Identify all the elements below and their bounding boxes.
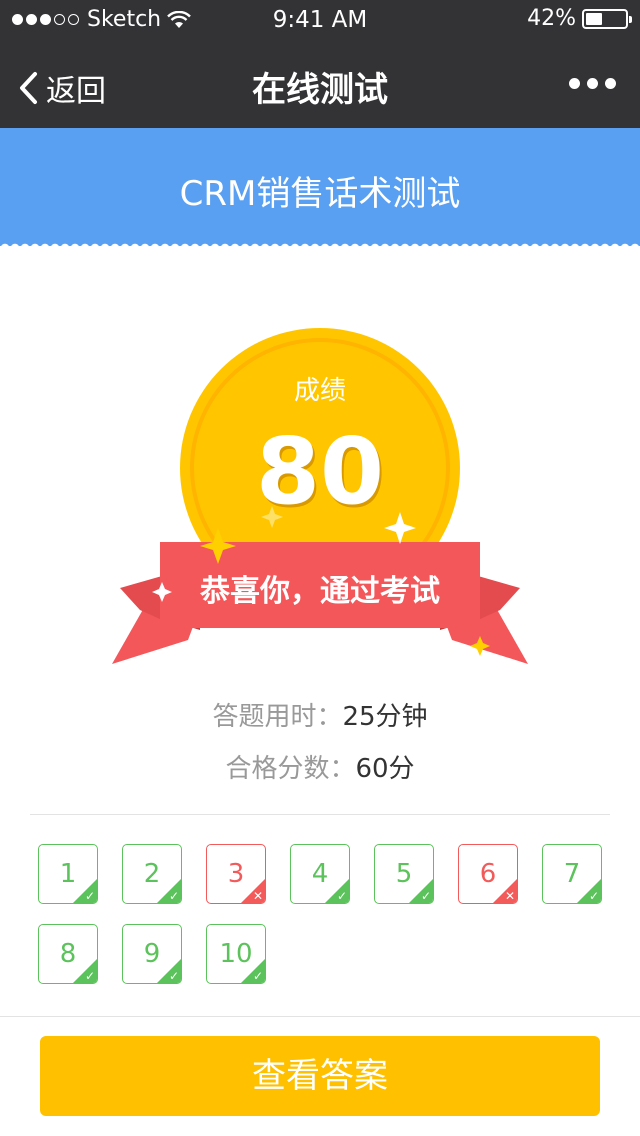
question-9-button[interactable]: 9 ✓: [122, 924, 182, 984]
check-icon: ✓: [168, 889, 179, 903]
more-menu-icon[interactable]: [569, 78, 616, 89]
pass-message: 恭喜你，通过考试: [200, 574, 440, 609]
bottom-divider: [0, 1016, 640, 1017]
battery-info: 42%: [527, 6, 632, 31]
question-2-button[interactable]: 2 ✓: [122, 844, 182, 904]
check-icon: ✓: [168, 969, 179, 983]
check-icon: ✓: [252, 969, 263, 983]
check-icon: ✓: [588, 889, 599, 903]
battery-percent: 42%: [527, 6, 576, 31]
question-10-button[interactable]: 10 ✓: [206, 924, 266, 984]
battery-icon: [582, 8, 632, 29]
pass-score-label: 合格分数：: [225, 754, 356, 784]
pass-score-value: 60分: [355, 754, 415, 784]
cross-icon: ✕: [504, 889, 515, 903]
question-1-button[interactable]: 1 ✓: [38, 844, 98, 904]
check-icon: ✓: [84, 889, 95, 903]
question-5-button[interactable]: 5 ✓: [374, 844, 434, 904]
status-bar: Sketch 9:41 AM 42%: [0, 0, 640, 40]
question-8-button[interactable]: 8 ✓: [38, 924, 98, 984]
question-6-button[interactable]: 6 ✕: [458, 844, 518, 904]
check-icon: ✓: [420, 889, 431, 903]
time-used-value: 25分钟: [342, 702, 428, 732]
cross-icon: ✕: [252, 889, 263, 903]
score-label: 成绩: [293, 376, 346, 406]
check-icon: ✓: [84, 969, 95, 983]
time-used-row: 答题用时：25分钟: [0, 696, 640, 733]
banner-scallop-edge: [0, 238, 640, 248]
header-bar: Sketch 9:41 AM 42% 返回 在线测试: [0, 0, 640, 128]
check-icon: ✓: [336, 889, 347, 903]
pass-score-row: 合格分数：60分: [0, 748, 640, 785]
question-3-button[interactable]: 3 ✕: [206, 844, 266, 904]
divider: [30, 814, 610, 815]
test-title: CRM销售话术测试: [179, 174, 461, 214]
score-value: 80: [255, 418, 385, 525]
navigation-bar: 返回 在线测试: [0, 40, 640, 128]
time-used-label: 答题用时：: [212, 702, 343, 732]
question-4-button[interactable]: 4 ✓: [290, 844, 350, 904]
test-banner: CRM销售话术测试: [0, 128, 640, 246]
view-answers-button[interactable]: 查看答案: [40, 1036, 600, 1116]
question-7-button[interactable]: 7 ✓: [542, 844, 602, 904]
page-title: 在线测试: [252, 70, 388, 110]
